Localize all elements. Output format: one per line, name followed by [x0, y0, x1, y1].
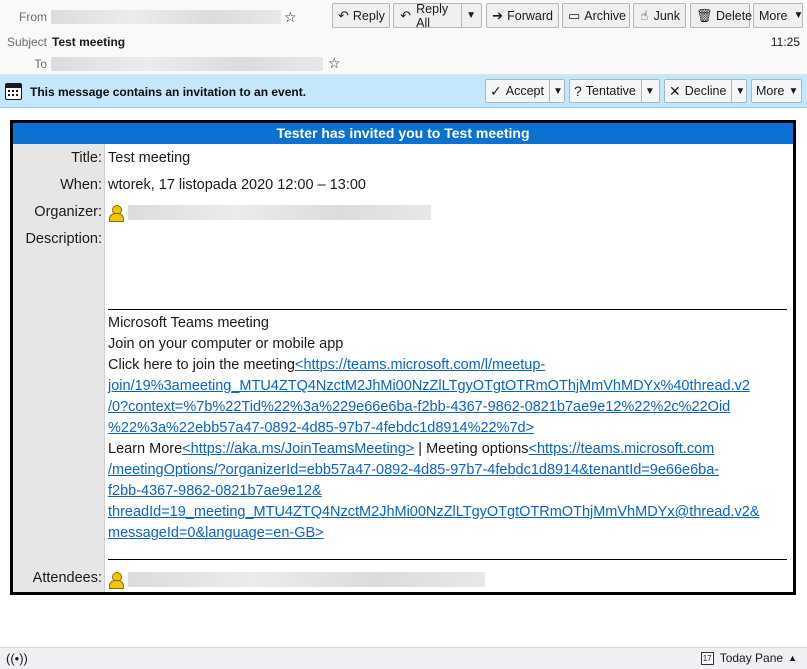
- reply-icon: ↶: [338, 7, 349, 23]
- meeting-options-prefix: | Meeting options: [414, 441, 529, 457]
- from-label: From: [19, 10, 47, 24]
- to-address-redacted[interactable]: [51, 57, 323, 71]
- when-label: When:: [60, 177, 102, 193]
- learn-more-link[interactable]: <https://aka.ms/JoinTeamsMeeting>: [182, 441, 414, 457]
- teams-meeting-heading: Microsoft Teams meeting: [108, 315, 269, 331]
- divider-top: [108, 309, 787, 310]
- status-bar: ((•)) 17 Today Pane ▲: [0, 647, 807, 669]
- question-icon: ?: [574, 83, 582, 99]
- junk-icon: ☝: [640, 7, 649, 23]
- join-link[interactable]: /0?context=%7b%22Tid%22%3a%229e66e6ba-f2…: [108, 397, 730, 418]
- join-instruction: Join on your computer or mobile app: [108, 336, 344, 352]
- join-link[interactable]: <https://teams.microsoft.com/l/meetup-: [295, 357, 545, 373]
- meeting-options-link[interactable]: threadId=19_meeting_MTU4ZTQ4NzctM2JhMi00…: [108, 502, 759, 523]
- organizer-label: Organizer:: [34, 204, 102, 220]
- message-time: 11:25: [770, 35, 800, 49]
- chevron-down-icon[interactable]: ▼: [731, 80, 745, 102]
- attendees-label: Attendees:: [32, 570, 102, 586]
- to-label: To: [34, 57, 47, 71]
- join-link[interactable]: join/19%3ameeting_MTU4ZTQ4NzctM2JhMi00Nz…: [108, 376, 750, 397]
- person-icon: [108, 205, 124, 222]
- attendee-redacted[interactable]: [128, 572, 485, 587]
- trash-icon: 🗑: [696, 7, 713, 23]
- more-button[interactable]: More ▼: [753, 3, 803, 28]
- meeting-options-link[interactable]: <https://teams.microsoft.com: [528, 441, 714, 457]
- delete-button[interactable]: 🗑 Delete: [690, 3, 752, 28]
- chevron-down-icon[interactable]: ▼: [640, 80, 655, 102]
- archive-icon: ▭: [568, 7, 581, 23]
- archive-button[interactable]: ▭ Archive: [562, 3, 630, 28]
- learn-more-prefix: Learn More: [108, 441, 183, 457]
- description-label: Description:: [25, 231, 102, 247]
- join-prefix: Click here to join the meeting: [108, 357, 295, 373]
- invitation-banner: Tester has invited you to Test meeting: [13, 123, 793, 144]
- invitation-card: Tester has invited you to Test meeting T…: [10, 120, 796, 595]
- chevron-down-icon: ▼: [788, 85, 799, 97]
- join-link[interactable]: %22%3a%22ebb57a47-0892-4d85-97b7-4febdc1…: [108, 418, 534, 439]
- meeting-options-link[interactable]: f2bb-4367-9862-0821b7ae9e12&: [108, 481, 322, 502]
- tentative-button[interactable]: ? Tentative ▼: [569, 79, 660, 103]
- today-pane-button[interactable]: 17 Today Pane ▲: [700, 651, 797, 665]
- junk-button[interactable]: ☝ Junk: [633, 3, 686, 28]
- message-body: Tester has invited you to Test meeting T…: [0, 108, 807, 647]
- checkmark-icon: ✓: [490, 82, 502, 99]
- title-label: Title:: [71, 150, 102, 166]
- invitation-notice: This message contains an invitation to a…: [30, 85, 307, 99]
- reply-all-icon: ↶: [400, 7, 412, 23]
- chevron-up-icon: ▲: [788, 653, 797, 663]
- chevron-down-icon[interactable]: ▼: [548, 80, 563, 102]
- invitation-more-button[interactable]: More ▼: [751, 79, 802, 103]
- message-header: From ☆ Subject Test meeting 11:25 To ☆ ↶…: [0, 0, 807, 75]
- online-status-icon[interactable]: ((•)): [6, 651, 28, 666]
- join-line: Click here to join the meeting<https://t…: [108, 355, 545, 376]
- today-pane-label: Today Pane: [719, 651, 784, 665]
- calendar-icon: [5, 83, 22, 100]
- learn-more-line: Learn More<https://aka.ms/JoinTeamsMeeti…: [108, 439, 714, 460]
- invitation-bar: This message contains an invitation to a…: [0, 75, 807, 108]
- person-icon: [108, 572, 124, 589]
- forward-icon: ➔: [492, 7, 504, 23]
- close-icon: ✕: [669, 82, 681, 99]
- chevron-down-icon: ▼: [793, 10, 804, 21]
- reply-button[interactable]: ↶ Reply: [332, 3, 390, 28]
- star-icon[interactable]: ☆: [328, 56, 341, 70]
- meeting-options-link[interactable]: messageId=0&language=en-GB>: [108, 523, 324, 544]
- meeting-options-link[interactable]: /meetingOptions/?organizerId=ebb57a47-08…: [108, 460, 719, 481]
- reply-all-button[interactable]: ↶ Reply All ▼: [393, 2, 482, 30]
- accept-button[interactable]: ✓ Accept ▼: [485, 79, 565, 103]
- event-when: wtorek, 17 listopada 2020 12:00 – 13:00: [108, 177, 366, 193]
- event-title: Test meeting: [108, 150, 191, 166]
- calendar-icon: 17: [700, 651, 714, 665]
- subject-label: Subject: [6, 35, 47, 49]
- divider-bottom: [108, 559, 787, 560]
- from-address-redacted[interactable]: [51, 10, 281, 24]
- organizer-redacted[interactable]: [128, 205, 431, 220]
- chevron-down-icon[interactable]: ▼: [461, 4, 476, 27]
- star-icon[interactable]: ☆: [284, 10, 297, 24]
- decline-button[interactable]: ✕ Decline ▼: [664, 79, 747, 103]
- forward-button[interactable]: ➔ Forward: [486, 3, 559, 28]
- subject-value: Test meeting: [52, 35, 126, 49]
